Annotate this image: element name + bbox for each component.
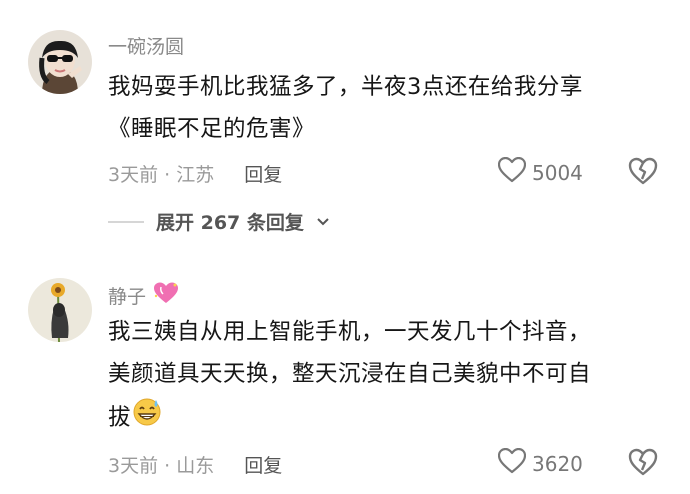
username[interactable]: 静子 xyxy=(108,282,146,309)
like-count: 3620 xyxy=(532,451,583,476)
reply-button[interactable]: 回复 xyxy=(244,160,282,187)
comment-text-line: 我妈耍手机比我猛多了，半夜3点还在给我分享 xyxy=(108,74,583,100)
dislike-button[interactable] xyxy=(628,157,658,189)
comment-text-line: 拔 xyxy=(108,395,668,441)
comment-meta: 3天前 · 山东 回复 xyxy=(108,451,282,478)
sparkling-heart-icon xyxy=(152,281,180,310)
divider-line xyxy=(108,220,144,223)
timestamp-location: 3天前 · 江苏 xyxy=(108,164,215,186)
reply-button[interactable]: 回复 xyxy=(244,451,282,478)
timestamp-location: 3天前 · 山东 xyxy=(108,455,215,477)
chevron-down-icon xyxy=(316,212,330,231)
expand-replies-button[interactable]: 展开 267 条回复 xyxy=(108,208,330,235)
comment-meta: 3天前 · 江苏 回复 xyxy=(108,160,282,187)
avatar[interactable] xyxy=(28,278,92,342)
avatar[interactable] xyxy=(28,30,92,94)
comment-text-line: 我三姨自从用上智能手机，一天发几十个抖音， xyxy=(108,319,592,345)
broken-heart-icon xyxy=(628,448,658,480)
broken-heart-icon xyxy=(628,157,658,189)
heart-icon xyxy=(497,156,527,188)
comment-text-line: 《睡眠不足的危害》 xyxy=(108,116,316,142)
comment-text: 我妈耍手机比我猛多了，半夜3点还在给我分享 《睡眠不足的危害》 xyxy=(108,66,668,150)
heart-icon xyxy=(497,447,527,479)
like-count: 5004 xyxy=(532,160,583,185)
comment-text-line: 美颜道具天天换，整天沉浸在自己美貌中不可自 xyxy=(108,361,592,387)
comment-text: 我三姨自从用上智能手机，一天发几十个抖音， 美颜道具天天换，整天沉浸在自己美貌中… xyxy=(108,311,668,441)
expand-replies-label: 展开 267 条回复 xyxy=(156,212,304,234)
dislike-button[interactable] xyxy=(628,448,658,480)
username-row: 静子 xyxy=(108,281,180,310)
like-button[interactable]: 3620 xyxy=(497,447,583,479)
like-button[interactable]: 5004 xyxy=(497,156,583,188)
username[interactable]: 一碗汤圆 xyxy=(108,32,184,59)
grinning-sweat-emoji-icon xyxy=(131,395,163,441)
comment-text-segment: 拔 xyxy=(108,404,132,431)
